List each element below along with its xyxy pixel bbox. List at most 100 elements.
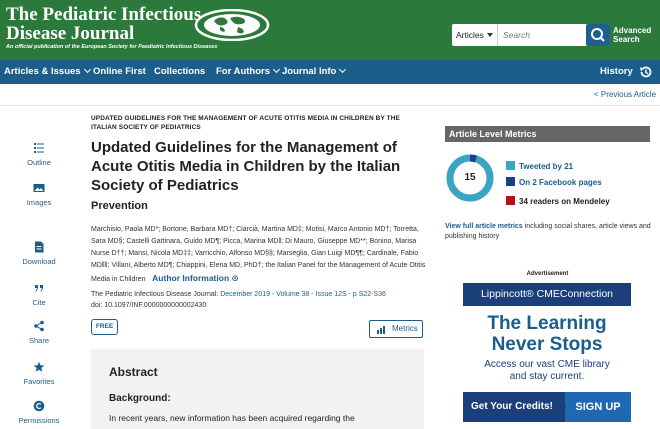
search-category-select[interactable]: Articles xyxy=(452,24,498,46)
article-subtitle: Prevention xyxy=(91,200,148,212)
caret-down-icon xyxy=(487,33,493,37)
ad-brand: Lippincott® CMEConnection xyxy=(463,283,631,306)
star-icon xyxy=(33,361,45,372)
nav-online-first[interactable]: Online First xyxy=(93,60,146,84)
author-information-link[interactable]: Author Information ⊙ xyxy=(147,273,238,283)
nav-journal-info[interactable]: Journal Info xyxy=(282,60,347,84)
ad-sign-up-button[interactable]: SIGN UP xyxy=(565,392,631,422)
ad-get-credits: Get Your Credits! xyxy=(471,401,553,412)
cme-advertisement[interactable]: Lippincott® CMEConnection The Learning N… xyxy=(463,283,631,423)
citation-journal: The Pediatric Infectious Disease Journal… xyxy=(91,291,219,298)
nav-history[interactable]: History xyxy=(600,60,633,84)
journal-subtitle: An official publication of the European … xyxy=(6,44,218,50)
quote-icon xyxy=(35,285,43,292)
tweeted-link[interactable]: Tweeted by 21 xyxy=(506,161,573,173)
metrics-button[interactable]: Metrics xyxy=(369,320,423,338)
image-icon xyxy=(33,184,45,192)
journal-logo[interactable]: The Pediatric Infectious Disease Journal xyxy=(6,5,201,43)
sidebar-item-label: Download xyxy=(22,257,56,266)
nav-label: Online First xyxy=(93,66,146,77)
ad-cta-bar[interactable]: Get Your Credits! SIGN UP xyxy=(463,392,631,422)
share-icon xyxy=(34,320,44,332)
nav-for-authors[interactable]: For Authors xyxy=(216,60,281,84)
chevron-down-icon xyxy=(83,65,91,74)
author-list: Marchisio, Paola MD*; Bortone, Barbara M… xyxy=(91,224,429,286)
journal-title-line1: The Pediatric Infectious xyxy=(6,4,202,25)
list-icon xyxy=(34,143,44,153)
search-button[interactable] xyxy=(586,24,610,46)
citation: The Pediatric Infectious Disease Journal… xyxy=(91,289,431,311)
sidebar-item-label: Images xyxy=(26,198,52,207)
ad-headline: The Learning Never Stops xyxy=(463,313,631,355)
main-nav: Articles & Issues Online First Collectio… xyxy=(0,60,660,84)
chevron-circle-down-icon: ⊙ xyxy=(231,273,239,283)
article-title: Updated Guidelines for the Management of… xyxy=(91,139,401,194)
twitter-square-icon xyxy=(506,161,515,170)
sidebar-item-share[interactable]: Share xyxy=(0,320,78,345)
abstract-section: Abstract Background: In recent years, ne… xyxy=(91,349,424,429)
authors-text: Marchisio, Paola MD*; Bortone, Barbara M… xyxy=(91,226,426,283)
tweeted-label: Tweeted by 21 xyxy=(519,162,574,171)
copyright-icon xyxy=(33,400,45,412)
previous-article-link[interactable]: < Previous Article xyxy=(594,90,656,99)
mendeley-label: 34 readers on Mendeley xyxy=(519,197,610,206)
nav-label: Journal Info xyxy=(282,66,337,77)
nav-label: History xyxy=(600,66,633,77)
metrics-button-label: Metrics xyxy=(392,324,418,333)
nav-collections[interactable]: Collections xyxy=(154,60,205,84)
facebook-link[interactable]: On 2 Facebook pages xyxy=(506,177,602,189)
search-category-label: Articles xyxy=(456,30,484,40)
facebook-square-icon xyxy=(506,177,515,186)
sidebar-item-cite[interactable]: Cite xyxy=(0,282,78,307)
history-icon[interactable] xyxy=(638,64,654,80)
ad-body-line2: and stay current. xyxy=(509,371,585,382)
bar-chart-icon xyxy=(377,326,385,334)
search-input[interactable] xyxy=(501,24,581,46)
divider xyxy=(0,105,660,106)
ad-body-line1: Access our vast CME library xyxy=(484,359,610,370)
journal-title-line2: Disease Journal xyxy=(6,23,135,44)
sidebar-item-label: Share xyxy=(28,336,49,345)
article-level-metrics-header: Article Level Metrics xyxy=(445,126,650,142)
chevron-down-icon xyxy=(339,65,347,74)
background-heading: Background: xyxy=(109,393,171,404)
sidebar-item-label: Cite xyxy=(32,298,46,307)
society-logo-icon xyxy=(194,9,270,41)
advanced-search-link[interactable]: Advanced Search xyxy=(613,26,651,44)
mendeley-link[interactable]: 34 readers on Mendeley xyxy=(506,196,610,208)
sidebar-item-download[interactable]: Download xyxy=(0,241,78,266)
search-icon xyxy=(591,28,605,42)
sidebar-item-label: Outline xyxy=(27,158,51,167)
nav-label: Articles & Issues xyxy=(4,66,81,77)
pdf-icon xyxy=(35,241,44,253)
mendeley-square-icon xyxy=(506,196,515,205)
chevron-down-icon xyxy=(272,65,281,74)
free-badge: FREE xyxy=(91,319,118,335)
nav-articles-issues[interactable]: Articles & Issues xyxy=(4,60,91,84)
sidebar-item-outline[interactable]: Outline xyxy=(0,142,78,167)
sidebar-item-label: Favorites xyxy=(23,377,55,386)
advertisement-label: Advertisement xyxy=(526,271,569,277)
ad-headline-line1: The Learning xyxy=(487,313,607,334)
full-metrics-link[interactable]: View full article metrics xyxy=(445,223,523,230)
sidebar-item-favorites[interactable]: Favorites xyxy=(0,361,78,386)
sidebar-item-permissions[interactable]: Permissions xyxy=(0,400,78,425)
abstract-title: Abstract xyxy=(109,365,158,379)
ad-body: Access our vast CME library and stay cur… xyxy=(463,359,631,383)
nav-label: For Authors xyxy=(216,66,271,77)
citation-issue-link[interactable]: December 2019 - Volume 38 - Issue 12S - … xyxy=(220,291,386,298)
sidebar-item-images[interactable]: Images xyxy=(0,182,78,207)
sidebar-item-label: Permissions xyxy=(18,416,60,425)
facebook-label: On 2 Facebook pages xyxy=(519,178,602,187)
altmetric-score: 15 xyxy=(464,172,476,183)
author-information-label: Author Information xyxy=(152,273,230,283)
nav-label: Collections xyxy=(154,66,206,77)
site-header: The Pediatric Infectious Disease Journal… xyxy=(0,0,660,60)
full-metrics-text: View full article metrics including soci… xyxy=(445,222,653,242)
article-kicker: UPDATED GUIDELINES FOR THE MANAGEMENT OF… xyxy=(91,115,400,131)
article-doi: doi: 10.1097/INF.0000000000002430 xyxy=(91,302,207,309)
advanced-search-line1: Advanced xyxy=(613,26,652,35)
background-text: In recent years, new information has bee… xyxy=(109,413,355,423)
ad-arrow-shape xyxy=(558,392,566,422)
advanced-search-line2: Search xyxy=(613,35,640,44)
